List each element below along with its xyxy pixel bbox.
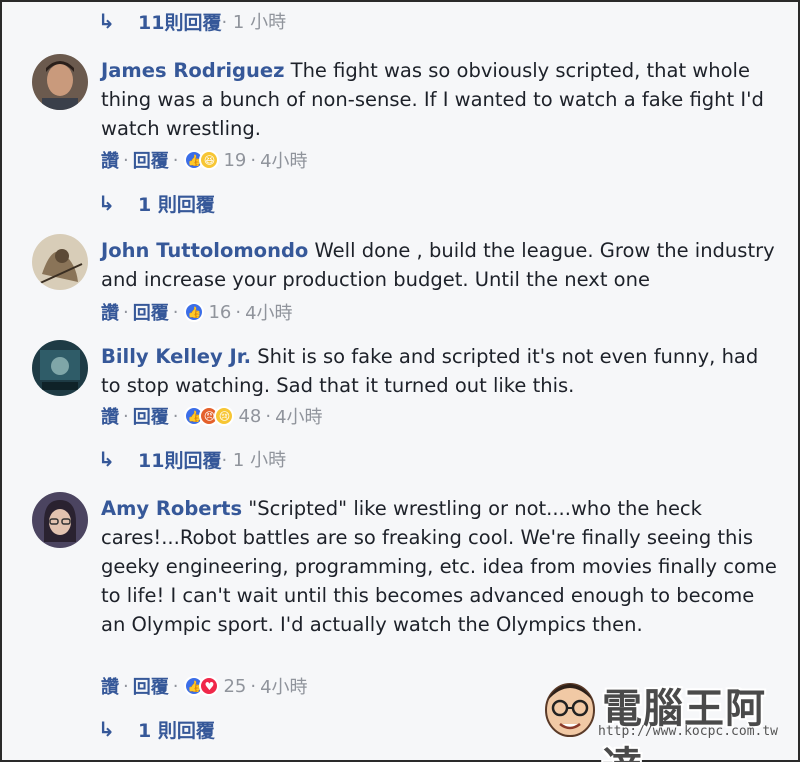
reply-button[interactable]: 回覆	[133, 403, 169, 429]
comment-actions: 讚 · 回覆 · 👍 😠 😢 48 · 4小時	[101, 402, 323, 430]
separator: ·	[172, 405, 179, 427]
comment-actions: 讚 · 回覆 · 👍 16 · 4小時	[101, 298, 293, 326]
reply-arrow-icon: ↳	[98, 717, 115, 741]
reactions[interactable]: 👍	[184, 302, 205, 322]
watermark: 電腦王阿達 http://www.kocpc.com.tw	[540, 672, 790, 762]
separator: ·	[123, 149, 129, 171]
avatar[interactable]	[32, 340, 88, 396]
replies-count: 11則回覆	[138, 11, 222, 34]
comment-body: James Rodriguez The fight was so obvious…	[101, 56, 781, 143]
avatar[interactable]	[32, 492, 88, 548]
separator: ·	[250, 675, 257, 697]
replies-count: 1 則回覆	[138, 193, 215, 216]
like-button[interactable]: 讚	[101, 403, 119, 429]
like-button[interactable]: 讚	[101, 673, 119, 699]
replies-time: · 1 小時	[221, 450, 287, 471]
watermark-title: 電腦王阿達	[602, 686, 766, 762]
reaction-count: 48	[238, 405, 262, 427]
separator: ·	[172, 675, 179, 697]
comment-body: Amy Roberts "Scripted" like wrestling or…	[101, 494, 781, 639]
reply-arrow-icon: ↳	[98, 9, 115, 33]
reactions[interactable]: 👍 ♥	[184, 676, 220, 696]
view-replies-link[interactable]: ↳ 1 則回覆	[98, 188, 215, 218]
view-replies-link[interactable]: ↳ 11則回覆 · 1 小時	[98, 444, 286, 474]
reactions[interactable]: 👍 😠 😢	[184, 406, 235, 426]
sad-reaction-icon: 😢	[214, 406, 235, 426]
like-reaction-icon: 👍	[184, 302, 205, 322]
love-reaction-icon: ♥	[199, 676, 220, 696]
commenter-name[interactable]: John Tuttolomondo	[101, 239, 308, 262]
replies-count: 1 則回覆	[138, 719, 215, 742]
comment-actions: 讚 · 回覆 · 👍 ♥ 25 · 4小時	[101, 672, 308, 700]
replies-count: 11則回覆	[138, 449, 222, 472]
separator: ·	[123, 675, 129, 697]
separator: ·	[250, 149, 257, 171]
separator: ·	[172, 149, 179, 171]
comment-time[interactable]: 4小時	[245, 299, 292, 325]
comment-time[interactable]: 4小時	[260, 673, 307, 699]
reply-arrow-icon: ↳	[98, 447, 115, 471]
reply-button[interactable]: 回覆	[133, 147, 169, 173]
comment-actions: 讚 · 回覆 · 👍 😆 19 · 4小時	[101, 146, 308, 174]
watermark-url: http://www.kocpc.com.tw	[598, 724, 779, 739]
view-replies-link[interactable]: ↳ 1 則回覆	[98, 714, 215, 744]
avatar[interactable]	[32, 54, 88, 110]
separator: ·	[123, 301, 129, 323]
separator: ·	[265, 405, 272, 427]
like-button[interactable]: 讚	[101, 299, 119, 325]
separator: ·	[172, 301, 179, 323]
separator: ·	[123, 405, 129, 427]
mascot-face-icon	[545, 683, 595, 737]
replies-time: · 1 小時	[221, 12, 287, 33]
comment-body: John Tuttolomondo Well done , build the …	[101, 236, 781, 294]
commenter-name[interactable]: Amy Roberts	[101, 497, 242, 520]
commenter-name[interactable]: James Rodriguez	[101, 59, 284, 82]
like-button[interactable]: 讚	[101, 147, 119, 173]
reply-arrow-icon: ↳	[98, 191, 115, 215]
reaction-count: 16	[208, 301, 232, 323]
comment-time[interactable]: 4小時	[275, 403, 322, 429]
haha-reaction-icon: 😆	[199, 150, 220, 170]
avatar[interactable]	[32, 234, 88, 290]
reply-button[interactable]: 回覆	[133, 673, 169, 699]
comment-body: Billy Kelley Jr. Shit is so fake and scr…	[101, 342, 781, 400]
reaction-count: 19	[223, 149, 247, 171]
commenter-name[interactable]: Billy Kelley Jr.	[101, 345, 251, 368]
separator: ·	[235, 301, 242, 323]
view-replies-link[interactable]: ↳ 11則回覆 · 1 小時	[98, 6, 286, 36]
reaction-count: 25	[223, 675, 247, 697]
reactions[interactable]: 👍 😆	[184, 150, 220, 170]
comment-time[interactable]: 4小時	[260, 147, 307, 173]
reply-button[interactable]: 回覆	[133, 299, 169, 325]
